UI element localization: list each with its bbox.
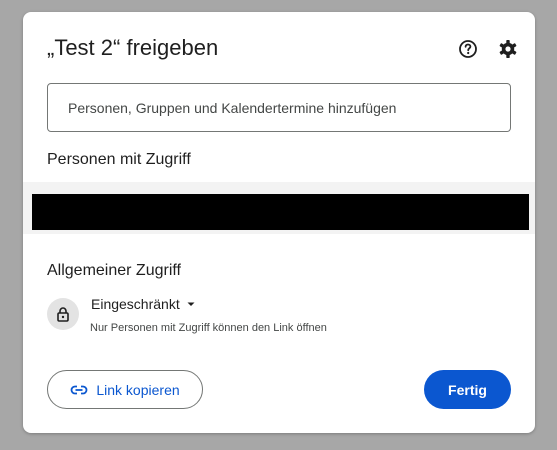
help-icon[interactable] xyxy=(456,37,480,61)
dialog-title: „Test 2“ freigeben xyxy=(47,35,219,60)
gear-icon[interactable] xyxy=(496,37,520,61)
copy-link-label: Link kopieren xyxy=(96,381,180,398)
redacted-person-row xyxy=(32,194,529,230)
general-access-description: Nur Personen mit Zugriff können den Link… xyxy=(90,322,327,334)
people-with-access-heading: Personen mit Zugriff xyxy=(47,151,191,168)
general-access-value: Eingeschränkt xyxy=(91,296,180,312)
copy-link-button[interactable]: Link kopieren xyxy=(47,370,203,409)
general-access-heading: Allgemeiner Zugriff xyxy=(47,262,181,279)
share-dialog: „Test 2“ freigeben Personen mit Zugriff … xyxy=(23,12,535,433)
caret-down-icon xyxy=(186,296,196,312)
people-list xyxy=(23,182,535,234)
done-button[interactable]: Fertig xyxy=(424,370,511,409)
lock-icon xyxy=(47,298,79,330)
add-people-input[interactable] xyxy=(47,83,511,132)
general-access-dropdown[interactable]: Eingeschränkt xyxy=(91,296,196,312)
link-icon xyxy=(70,382,88,398)
